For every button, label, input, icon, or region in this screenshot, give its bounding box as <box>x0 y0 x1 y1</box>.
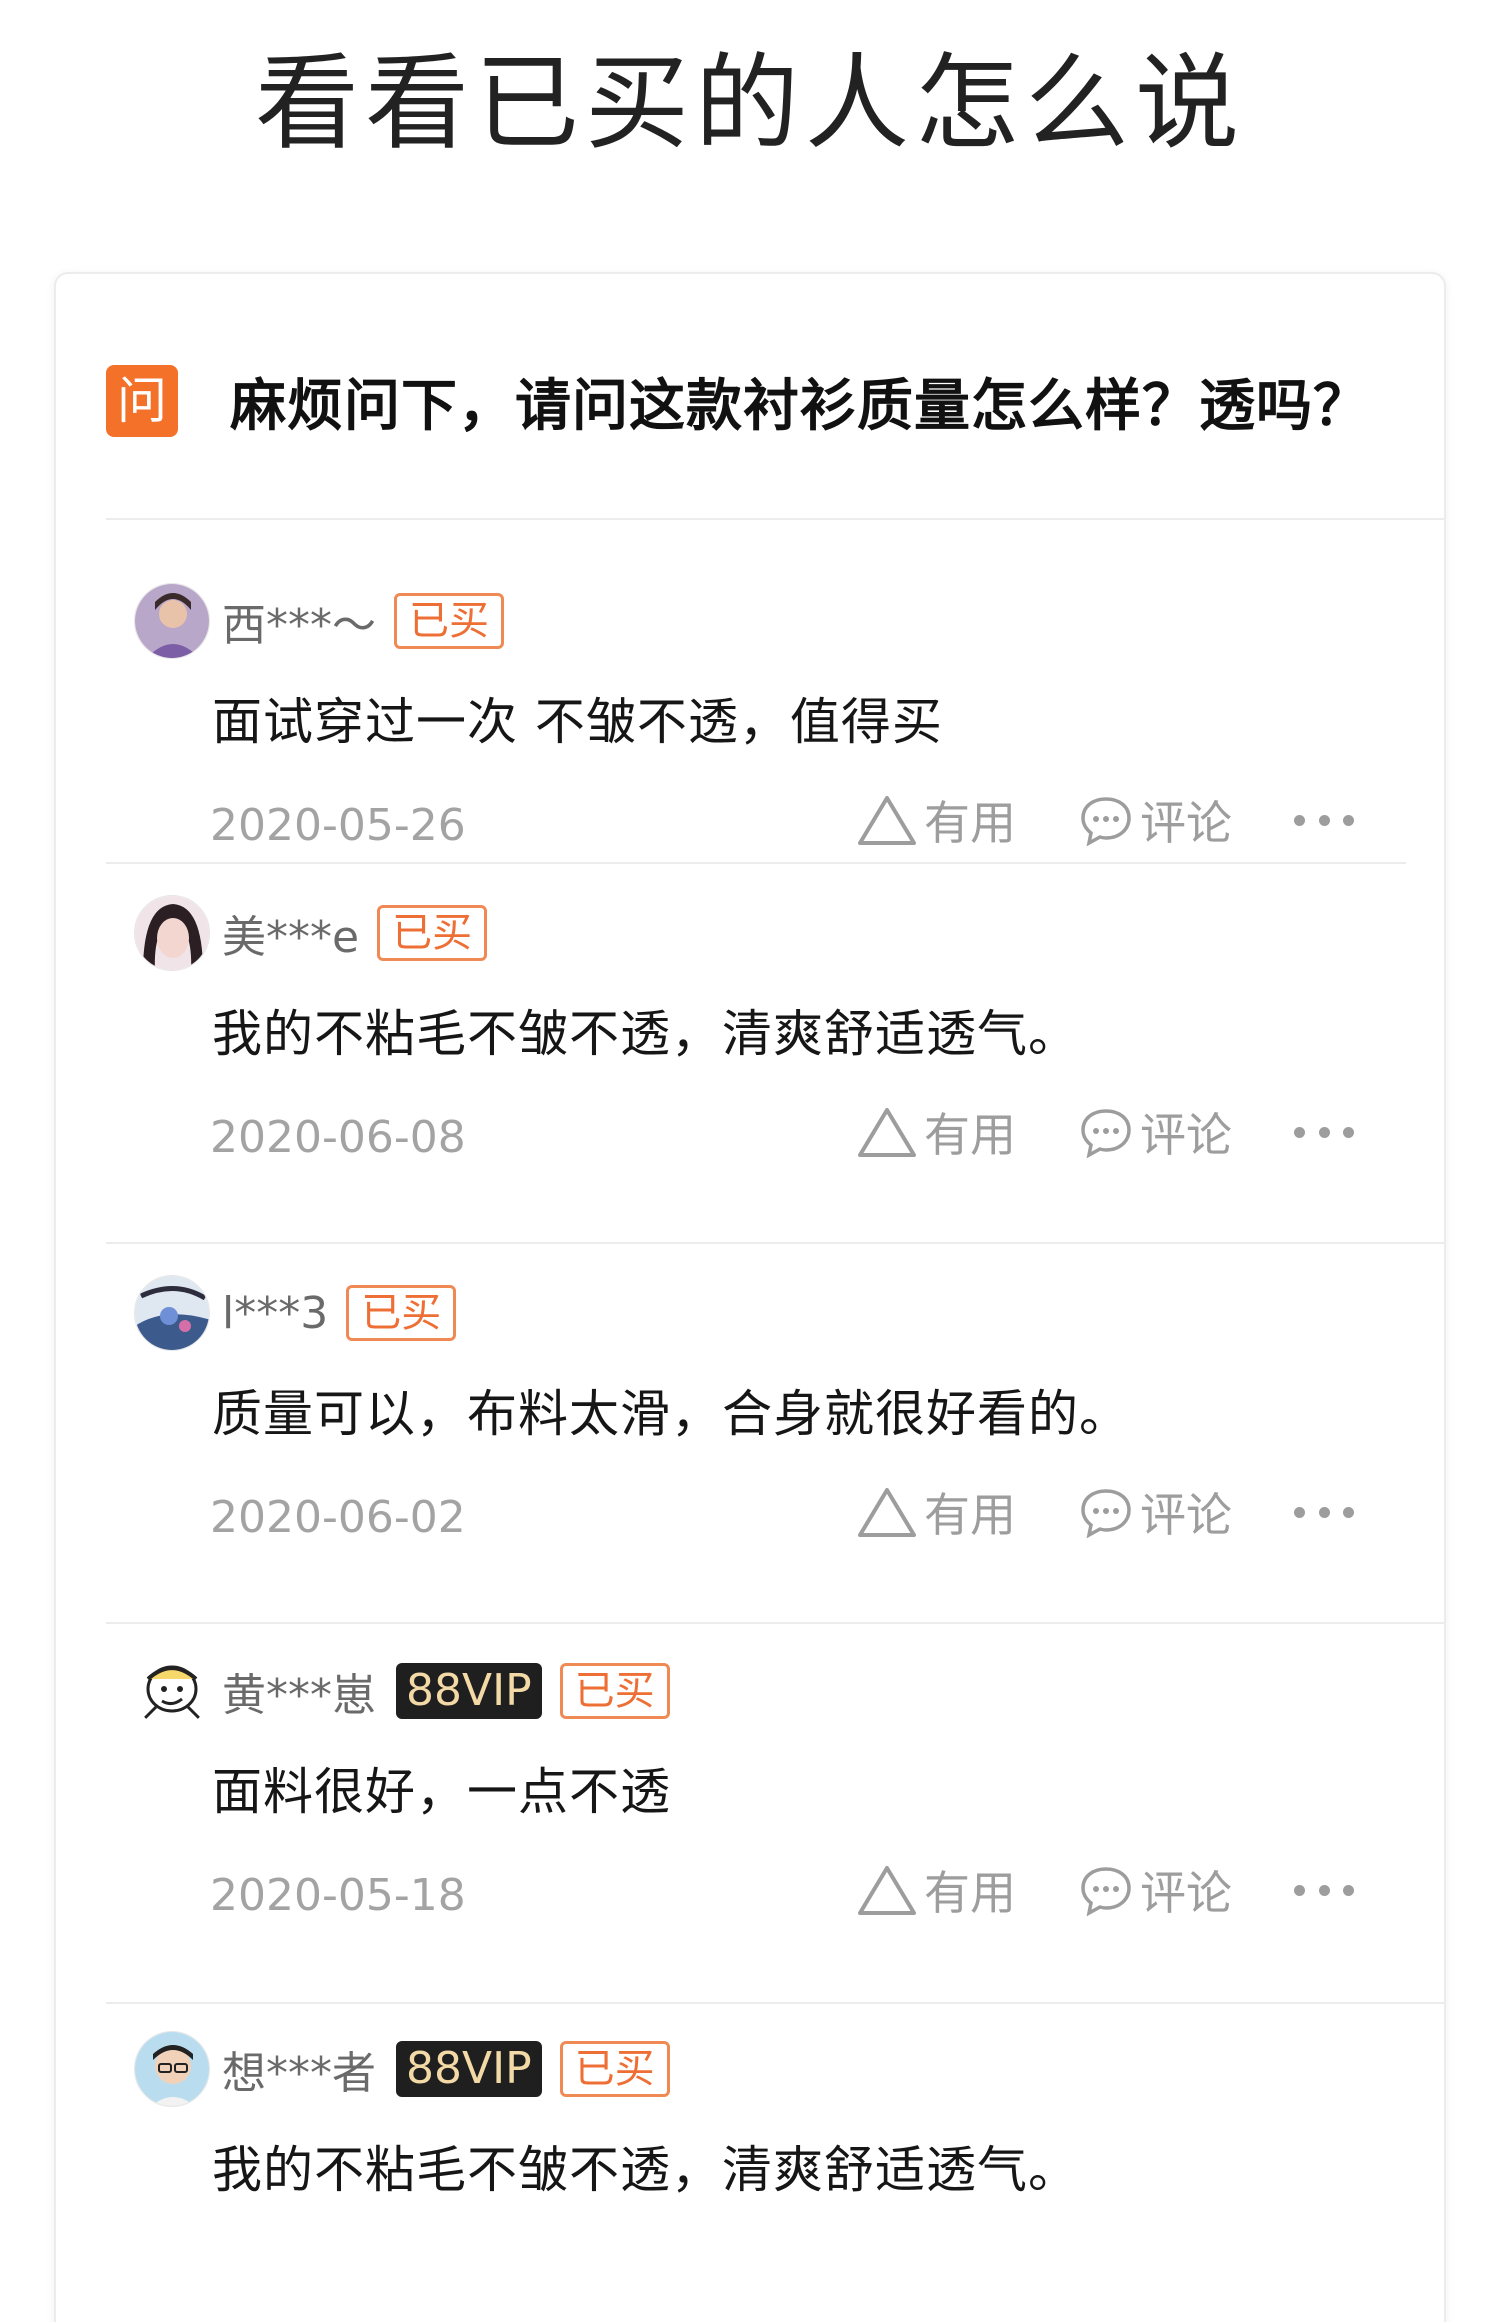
comment-label: 评论 <box>1140 1866 1232 1920</box>
vip-badge: 88VIP <box>396 2041 542 2097</box>
reviewer-nickname[interactable]: 西***～ <box>222 589 376 653</box>
qa-card: 问 麻烦问下，请问这款衬衫质量怎么样？透吗？ 西***～ 已买 面试穿过一次 不… <box>54 272 1446 2322</box>
review-header: 美***e 已买 <box>134 894 488 972</box>
review-actions: 有用 评论 <box>856 1482 1354 1542</box>
review-header: 想***者 88VIP 已买 <box>134 2030 670 2108</box>
triangle-up-icon <box>858 796 916 845</box>
avatar[interactable] <box>134 583 210 659</box>
avatar[interactable] <box>134 1653 210 1729</box>
review-date: 2020-06-02 <box>210 1492 466 1543</box>
review-actions: 有用 评论 <box>856 1102 1354 1162</box>
vip-badge: 88VIP <box>396 1663 542 1719</box>
divider <box>106 2002 1446 2004</box>
comment-button[interactable]: 评论 <box>1078 1479 1232 1545</box>
review-date: 2020-05-18 <box>210 1870 466 1921</box>
comment-button[interactable]: 评论 <box>1078 1857 1232 1923</box>
useful-label: 有用 <box>924 1866 1016 1920</box>
divider <box>106 862 1406 864</box>
review-header: 黄***崽 88VIP 已买 <box>134 1652 670 1730</box>
reviewer-nickname[interactable]: l***3 <box>222 1288 328 1339</box>
review-text: 质量可以，布料太滑，合身就很好看的。 <box>212 1385 1130 1443</box>
bought-badge: 已买 <box>559 2041 670 2097</box>
comment-label: 评论 <box>1140 1488 1232 1542</box>
speech-bubble-icon <box>1081 797 1131 847</box>
review-date: 2020-06-08 <box>210 1112 466 1163</box>
review-date: 2020-05-26 <box>210 800 466 851</box>
question-icon: 问 <box>106 365 178 437</box>
review-header: 西***～ 已买 <box>134 582 504 660</box>
avatar[interactable] <box>134 895 210 971</box>
reviewer-nickname[interactable]: 黄***崽 <box>222 1659 376 1723</box>
useful-button[interactable]: 有用 <box>856 1857 1016 1923</box>
speech-bubble-icon <box>1081 1867 1131 1917</box>
divider <box>106 1242 1446 1244</box>
review-header: l***3 已买 <box>134 1274 457 1352</box>
useful-button[interactable]: 有用 <box>856 1099 1016 1165</box>
bought-badge: 已买 <box>559 1663 670 1719</box>
review-actions: 有用 评论 <box>856 790 1354 850</box>
reviewer-nickname[interactable]: 想***者 <box>222 2037 376 2101</box>
ellipsis-icon[interactable] <box>1294 810 1354 830</box>
bought-badge: 已买 <box>377 905 488 961</box>
useful-button[interactable]: 有用 <box>856 1479 1016 1545</box>
bought-badge: 已买 <box>346 1285 457 1341</box>
comment-button[interactable]: 评论 <box>1078 1099 1232 1165</box>
question-text: 麻烦问下，请问这款衬衫质量怎么样？透吗？ <box>230 373 1370 439</box>
bought-badge: 已买 <box>394 593 504 649</box>
reviewer-nickname[interactable]: 美***e <box>222 901 359 965</box>
ellipsis-icon[interactable] <box>1294 1880 1354 1900</box>
ellipsis-icon[interactable] <box>1294 1502 1354 1522</box>
page-title: 看看已买的人怎么说 <box>254 42 1245 164</box>
triangle-up-icon <box>858 1866 916 1915</box>
review-text: 我的不粘毛不皱不透，清爽舒适透气。 <box>212 2141 1079 2199</box>
comment-label: 评论 <box>1140 1108 1232 1162</box>
review-text: 面料很好，一点不透 <box>212 1763 671 1821</box>
speech-bubble-icon <box>1081 1489 1131 1539</box>
review-text: 我的不粘毛不皱不透，清爽舒适透气。 <box>212 1005 1079 1063</box>
review-actions: 有用 评论 <box>856 1860 1354 1920</box>
divider <box>106 518 1446 520</box>
useful-label: 有用 <box>924 1488 1016 1542</box>
speech-bubble-icon <box>1081 1109 1131 1159</box>
divider <box>106 1622 1446 1624</box>
useful-button[interactable]: 有用 <box>856 787 1016 853</box>
triangle-up-icon <box>858 1488 916 1537</box>
avatar[interactable] <box>134 1275 210 1351</box>
comment-button[interactable]: 评论 <box>1078 787 1232 853</box>
avatar[interactable] <box>134 2031 210 2107</box>
comment-label: 评论 <box>1140 796 1232 850</box>
review-text: 面试穿过一次 不皱不透，值得买 <box>212 693 943 751</box>
useful-label: 有用 <box>924 796 1016 850</box>
ellipsis-icon[interactable] <box>1294 1122 1354 1142</box>
useful-label: 有用 <box>924 1108 1016 1162</box>
question-row[interactable]: 问 麻烦问下，请问这款衬衫质量怎么样？透吗？ <box>106 364 1426 439</box>
triangle-up-icon <box>858 1108 916 1157</box>
